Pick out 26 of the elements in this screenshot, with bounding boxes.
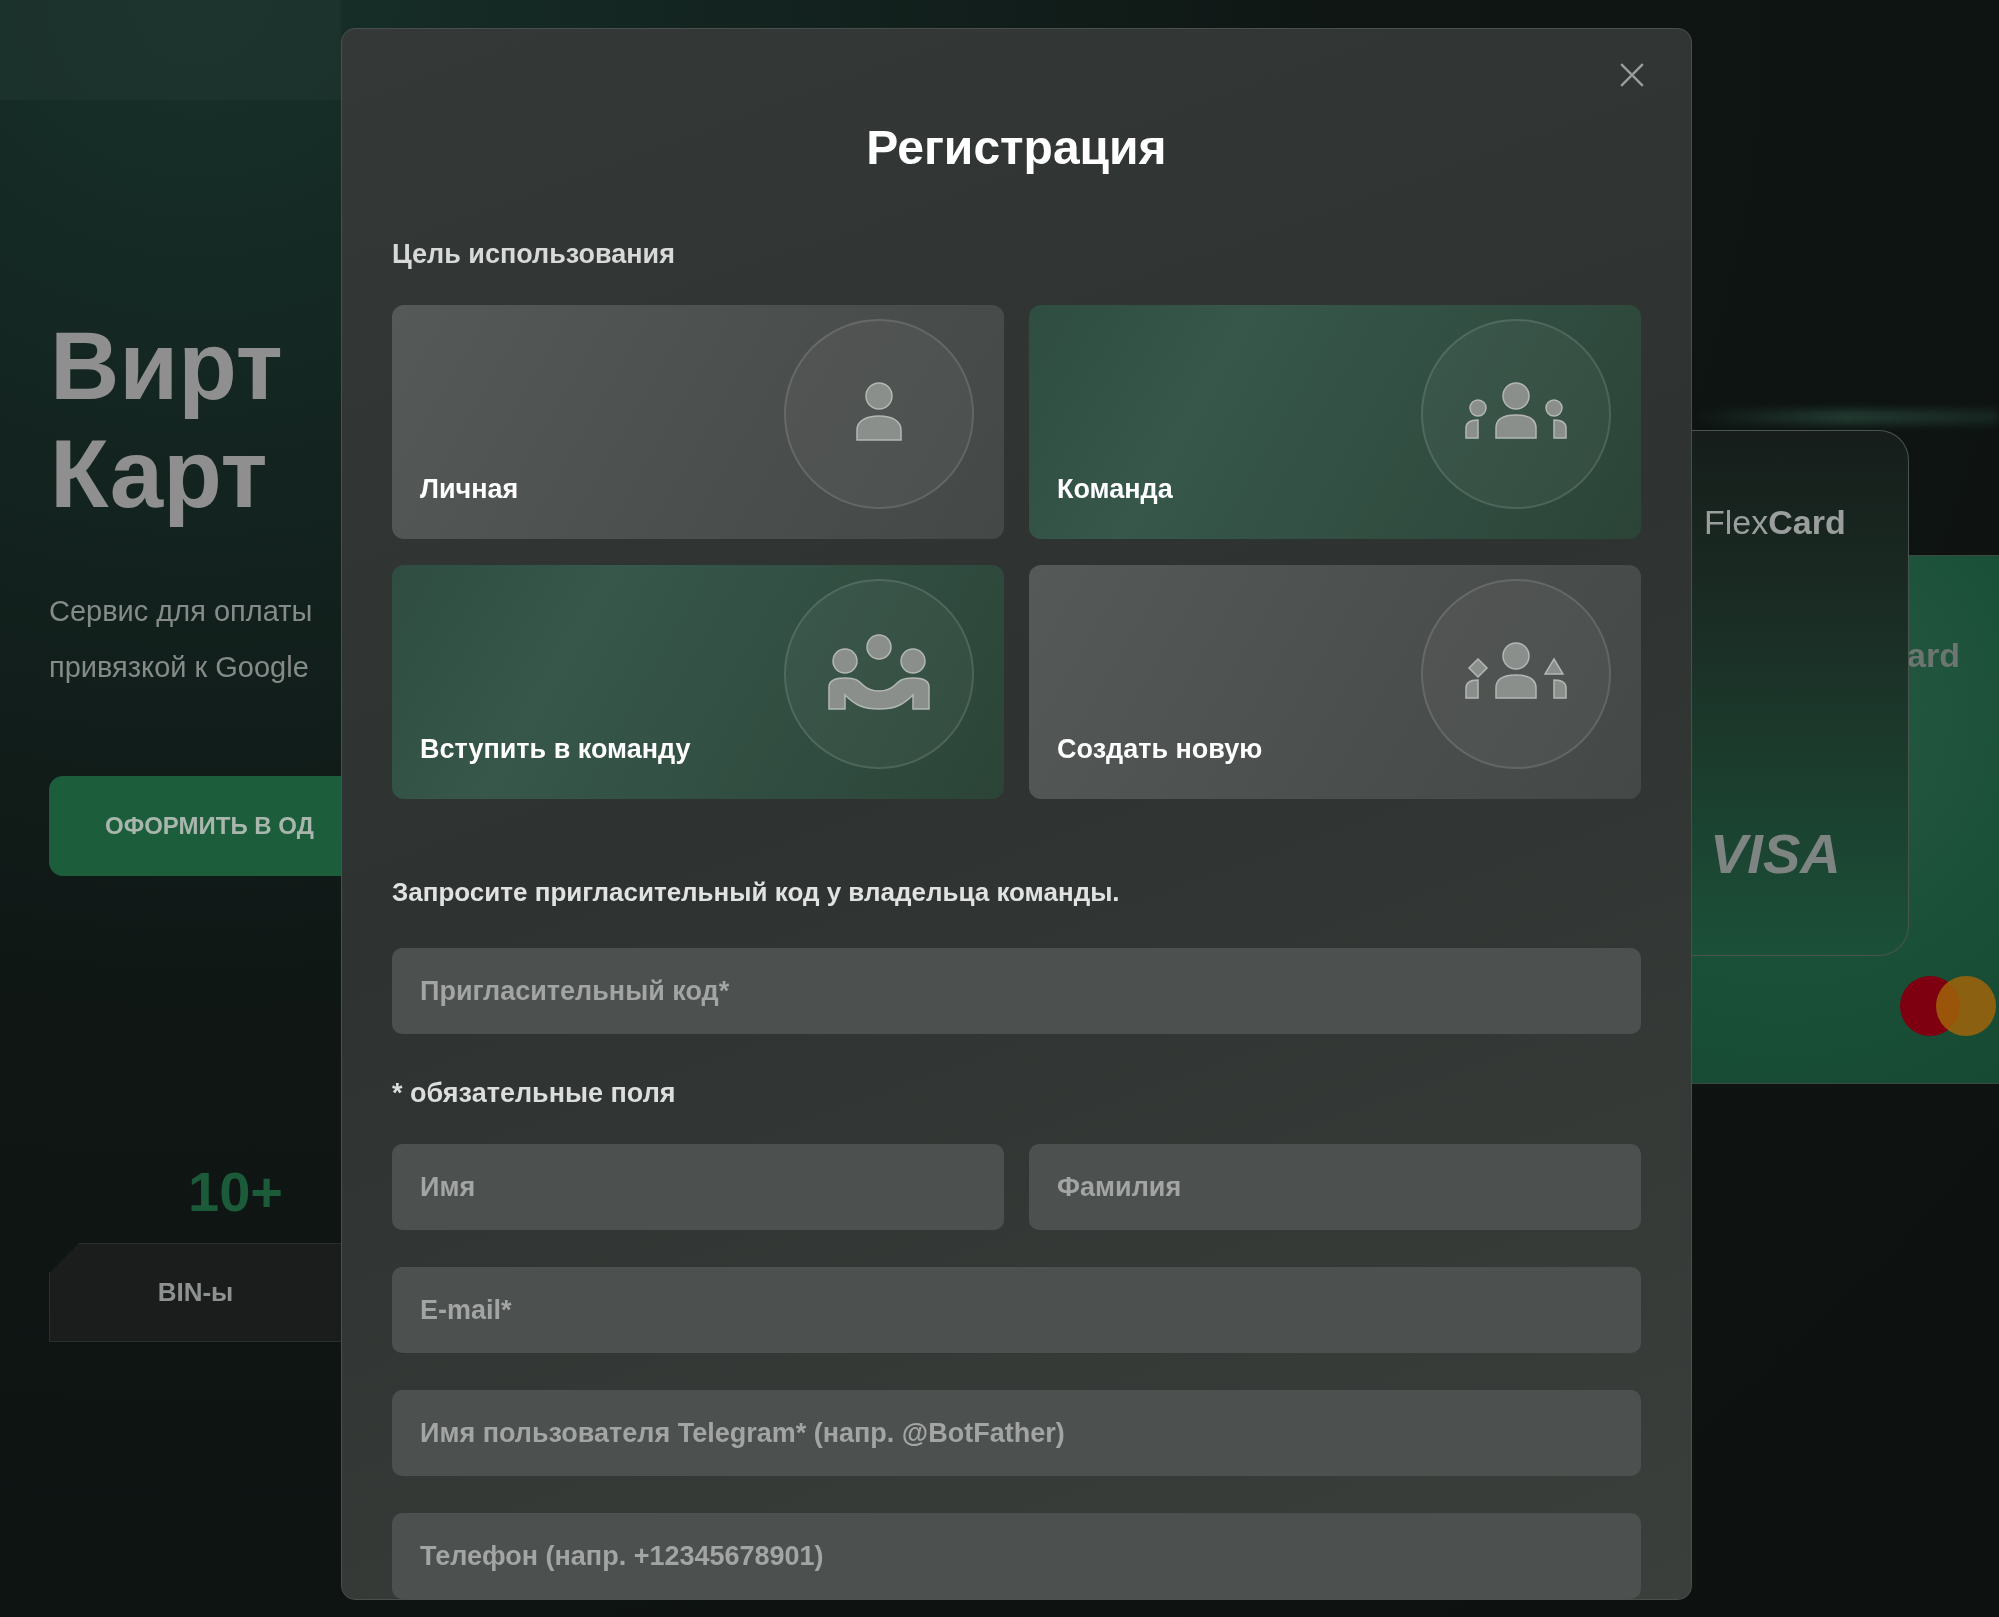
hero-text: привязкой к Google <box>49 650 310 685</box>
option-card[interactable]: Команда <box>1029 305 1641 539</box>
hint-text: Запросите пригласительный код у владельца команды. <box>392 877 1121 908</box>
required-note: * обязательные поля <box>392 1078 677 1109</box>
option-card[interactable]: Вступить в команду <box>392 565 1004 799</box>
dialog-title: Регистрация <box>866 124 1167 172</box>
invite-code-field[interactable]: Пригласительный код* <box>392 948 1641 1034</box>
option-card[interactable]: Личная <box>392 305 1004 539</box>
close-icon[interactable] <box>1619 62 1645 88</box>
name-field[interactable]: Фамилия <box>1029 1144 1641 1230</box>
stat-label: BIN-ы <box>157 1277 234 1308</box>
order-button[interactable]: ОФОРМИТЬ В ОД <box>49 776 341 876</box>
card-network: VISA <box>1710 821 1841 886</box>
option-card[interactable]: Создать новую <box>1029 565 1641 799</box>
hero-title: Вирт <box>50 312 283 420</box>
hero-title: Карт <box>50 420 268 528</box>
stat-value: 10+ <box>188 1160 283 1224</box>
section-label: Цель использования <box>392 239 676 270</box>
input-field[interactable]: Телефон (напр. +12345678901) <box>392 1513 1641 1599</box>
card-network-icon <box>1900 976 1996 1036</box>
hero-text: Сервис для оплаты <box>49 594 314 629</box>
input-field[interactable]: E-mail* <box>392 1267 1641 1353</box>
name-field[interactable]: Имя <box>392 1144 1004 1230</box>
card-logo-text: ard <box>1907 636 1960 675</box>
card-brand: FlexCard <box>1704 503 1846 542</box>
input-field[interactable]: Имя пользователя Telegram* (напр. @BotFather) <box>392 1390 1641 1476</box>
